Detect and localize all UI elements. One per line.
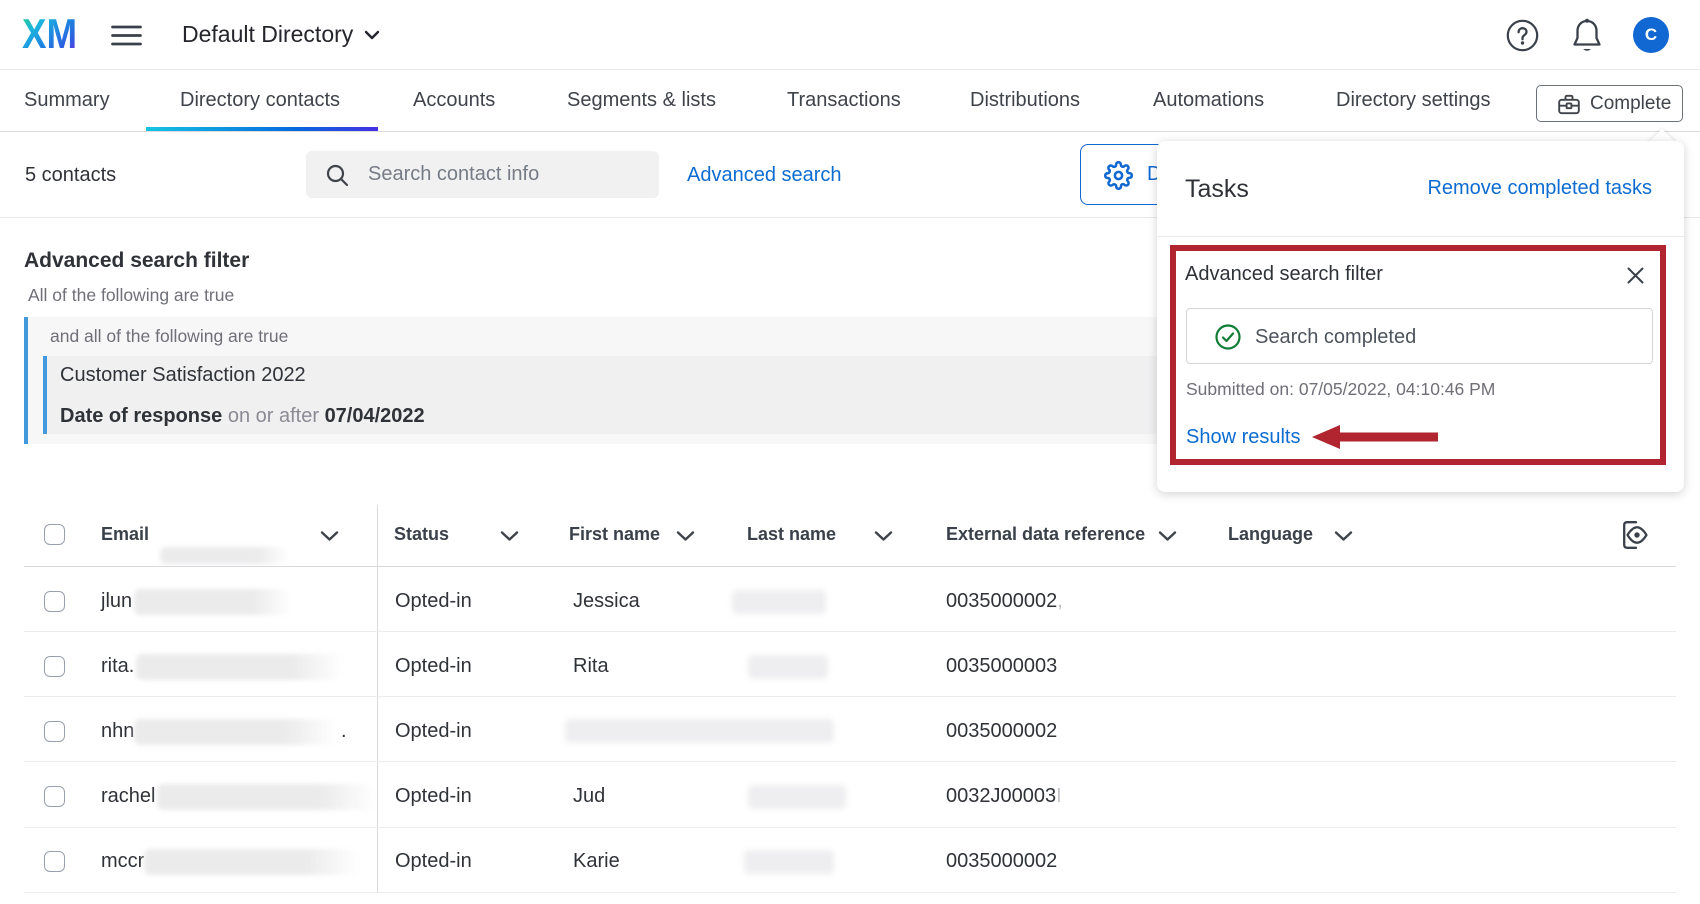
svg-text:XM: XM [22, 17, 77, 51]
